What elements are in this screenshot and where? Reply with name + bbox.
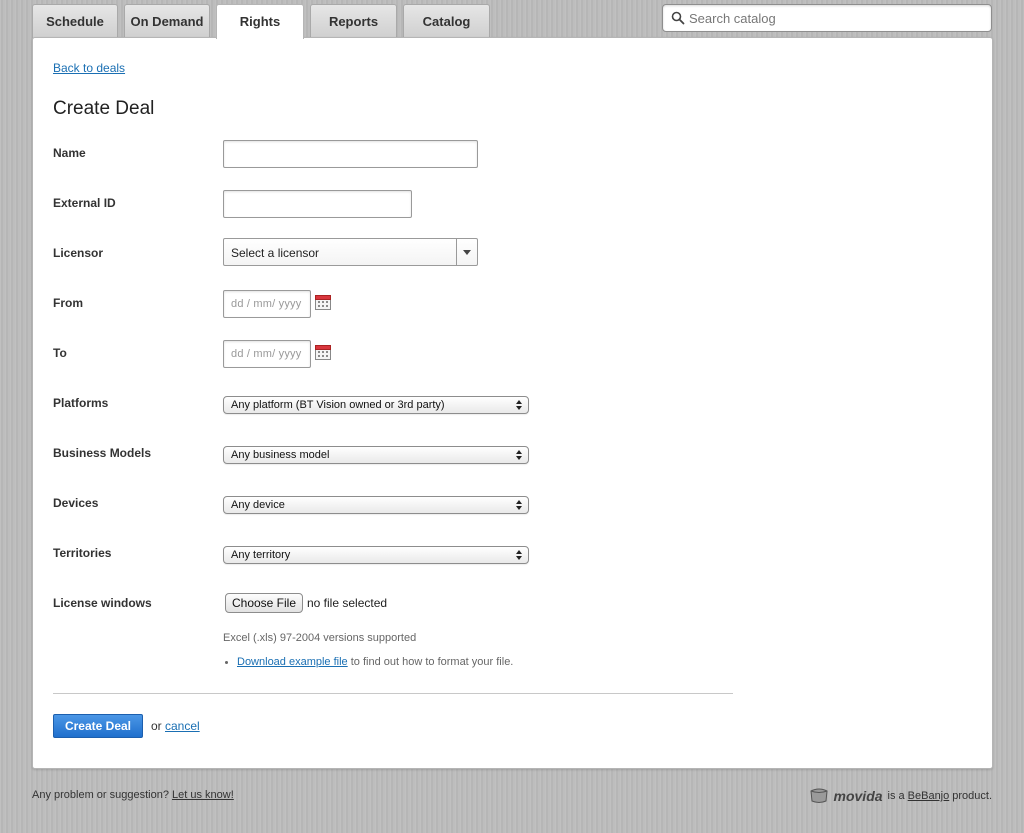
or-text: or: [151, 719, 162, 733]
cancel-link[interactable]: cancel: [165, 719, 200, 733]
footer-feedback: Any problem or suggestion? Let us know!: [32, 789, 234, 801]
main-panel: Back to deals Create Deal Name External …: [32, 37, 993, 769]
tab-reports[interactable]: Reports: [310, 4, 397, 38]
devices-selected-value: Any device: [231, 499, 285, 511]
external-id-field[interactable]: [223, 190, 412, 218]
back-to-deals-link[interactable]: Back to deals: [53, 61, 125, 75]
search-input[interactable]: [689, 8, 985, 28]
business-models-label: Business Models: [53, 446, 152, 460]
file-format-hint: Excel (.xls) 97-2004 versions supported: [223, 632, 417, 644]
brand-name: movida: [833, 788, 883, 804]
external-id-label: External ID: [53, 196, 116, 210]
footer-is-a: is a: [887, 790, 905, 802]
devices-select[interactable]: Any device: [223, 496, 529, 514]
bebanjo-link[interactable]: BeBanjo: [908, 790, 950, 802]
licensor-combobox[interactable]: Select a licensor: [223, 238, 478, 266]
from-date-field[interactable]: dd / mm/ yyyy: [223, 290, 311, 318]
name-field[interactable]: [223, 140, 478, 168]
territories-label: Territories: [53, 546, 112, 560]
download-example-link[interactable]: Download example file: [237, 656, 348, 668]
tab-rights[interactable]: Rights: [216, 4, 304, 39]
footer-question: Any problem or suggestion?: [32, 789, 169, 801]
licensor-dropdown-button[interactable]: [456, 239, 477, 265]
to-label: To: [53, 346, 67, 360]
search-icon: [671, 11, 685, 25]
create-deal-button[interactable]: Create Deal: [53, 714, 143, 738]
search-box: [662, 4, 992, 32]
select-arrows-icon: [516, 500, 522, 510]
from-label: From: [53, 296, 83, 310]
license-windows-label: License windows: [53, 596, 152, 610]
choose-file-button[interactable]: Choose File: [225, 593, 303, 613]
calendar-icon[interactable]: [315, 344, 331, 360]
footer-branding: movida is a BeBanjo product.: [808, 786, 992, 806]
footer-product: product.: [952, 790, 992, 802]
select-arrows-icon: [516, 400, 522, 410]
page-title: Create Deal: [53, 98, 155, 119]
name-label: Name: [53, 146, 86, 160]
territories-select[interactable]: Any territory: [223, 546, 529, 564]
licensor-selected-value: Select a licensor: [231, 246, 320, 260]
platforms-label: Platforms: [53, 396, 109, 410]
platforms-selected-value: Any platform (BT Vision owned or 3rd par…: [231, 399, 445, 411]
territories-selected-value: Any territory: [231, 549, 291, 561]
tab-schedule[interactable]: Schedule: [32, 4, 118, 38]
feedback-link[interactable]: Let us know!: [172, 789, 234, 801]
bullet-icon: [225, 660, 228, 664]
file-status-text: no file selected: [307, 596, 388, 610]
form-divider: [53, 693, 733, 694]
download-hint: Download example file to find out how to…: [225, 656, 513, 668]
business-models-selected-value: Any business model: [231, 449, 330, 461]
devices-label: Devices: [53, 496, 99, 510]
licensor-label: Licensor: [53, 246, 104, 260]
business-models-select[interactable]: Any business model: [223, 446, 529, 464]
calendar-icon[interactable]: [315, 294, 331, 310]
select-arrows-icon: [516, 450, 522, 460]
movida-logo-icon: [809, 788, 828, 803]
select-arrows-icon: [516, 550, 522, 560]
tab-catalog[interactable]: Catalog: [403, 4, 490, 38]
chevron-down-icon: [463, 250, 471, 255]
tab-on-demand[interactable]: On Demand: [124, 4, 210, 38]
download-hint-suffix: to find out how to format your file.: [347, 656, 514, 668]
to-date-field[interactable]: dd / mm/ yyyy: [223, 340, 311, 368]
platforms-select[interactable]: Any platform (BT Vision owned or 3rd par…: [223, 396, 529, 414]
